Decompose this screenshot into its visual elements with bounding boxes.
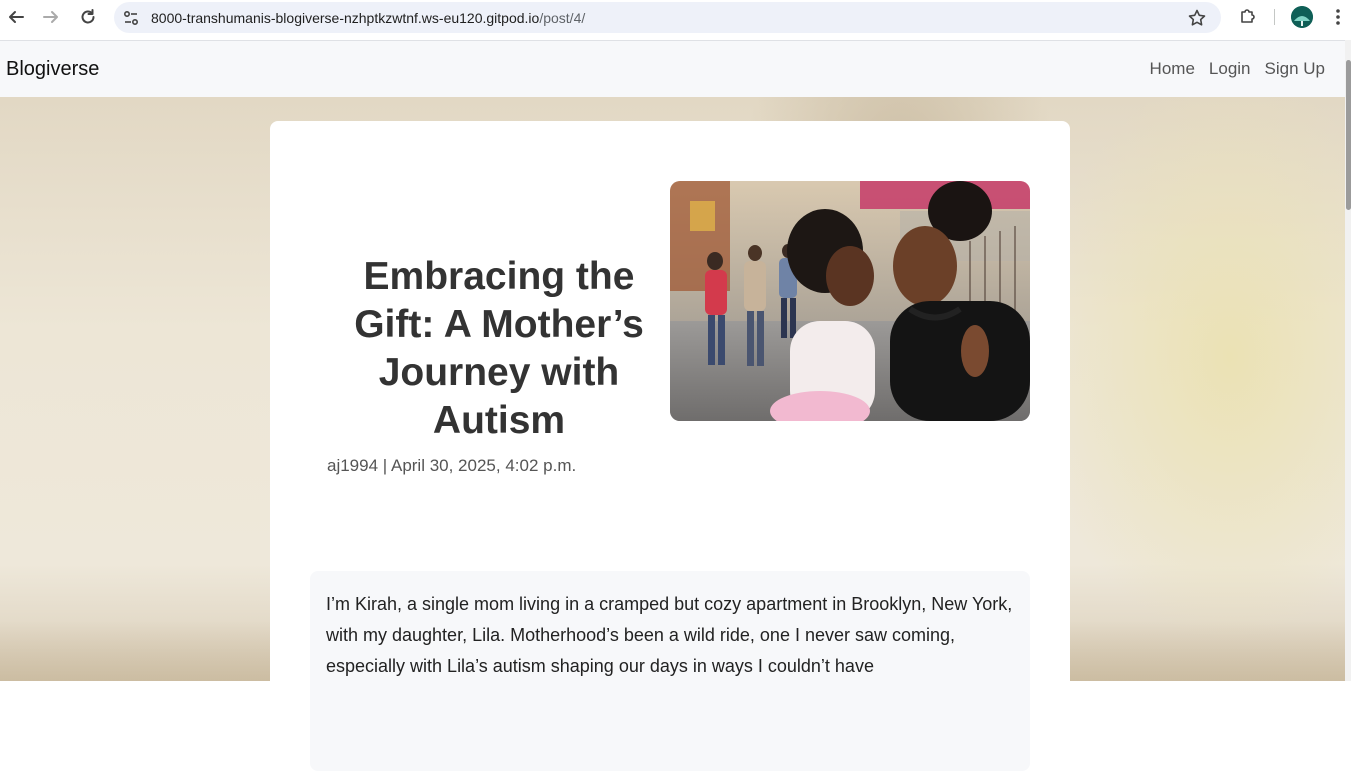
star-icon[interactable] [1187, 8, 1207, 28]
address-bar[interactable]: 8000-transhumanis-blogiverse-nzhptkzwtnf… [114, 2, 1221, 33]
puzzle-icon[interactable] [1238, 6, 1258, 26]
toolbar-divider [1274, 9, 1275, 25]
url-host: 8000-transhumanis-blogiverse-nzhptkzwtnf… [151, 10, 540, 26]
post-card: Embracing the Gift: A Mother’s Journey w… [270, 121, 1070, 771]
page-scrollbar[interactable] [1345, 40, 1351, 681]
site-info-icon[interactable] [122, 9, 140, 27]
brand-link[interactable]: Blogiverse [6, 58, 99, 81]
post-meta: aj1994 | April 30, 2025, 4:02 p.m. [327, 456, 577, 475]
browser-toolbar: 8000-transhumanis-blogiverse-nzhptkzwtnf… [0, 0, 1351, 34]
post-body-text: I’m Kirah, a single mom living in a cram… [326, 594, 1013, 676]
kebab-menu-icon[interactable] [1328, 6, 1348, 28]
site-navbar: Blogiverse Home Login Sign Up [0, 40, 1345, 97]
profile-avatar-icon[interactable] [1291, 6, 1313, 28]
nav-home-link[interactable]: Home [1150, 59, 1195, 79]
post-excerpt: I’m Kirah, a single mom living in a cram… [310, 571, 1030, 771]
nav-signup-link[interactable]: Sign Up [1265, 59, 1325, 79]
url-text: 8000-transhumanis-blogiverse-nzhptkzwtnf… [151, 10, 585, 26]
nav-login-link[interactable]: Login [1209, 59, 1251, 79]
post-hero-image [670, 181, 1030, 421]
reload-icon[interactable] [75, 4, 101, 30]
post-title: Embracing the Gift: A Mother’s Journey w… [354, 255, 644, 442]
url-path: /post/4/ [539, 10, 586, 26]
scrollbar-thumb[interactable] [1346, 60, 1351, 210]
nav-links: Home Login Sign Up [1150, 59, 1325, 79]
back-arrow-icon[interactable] [3, 4, 29, 30]
forward-arrow-icon[interactable] [38, 4, 64, 30]
